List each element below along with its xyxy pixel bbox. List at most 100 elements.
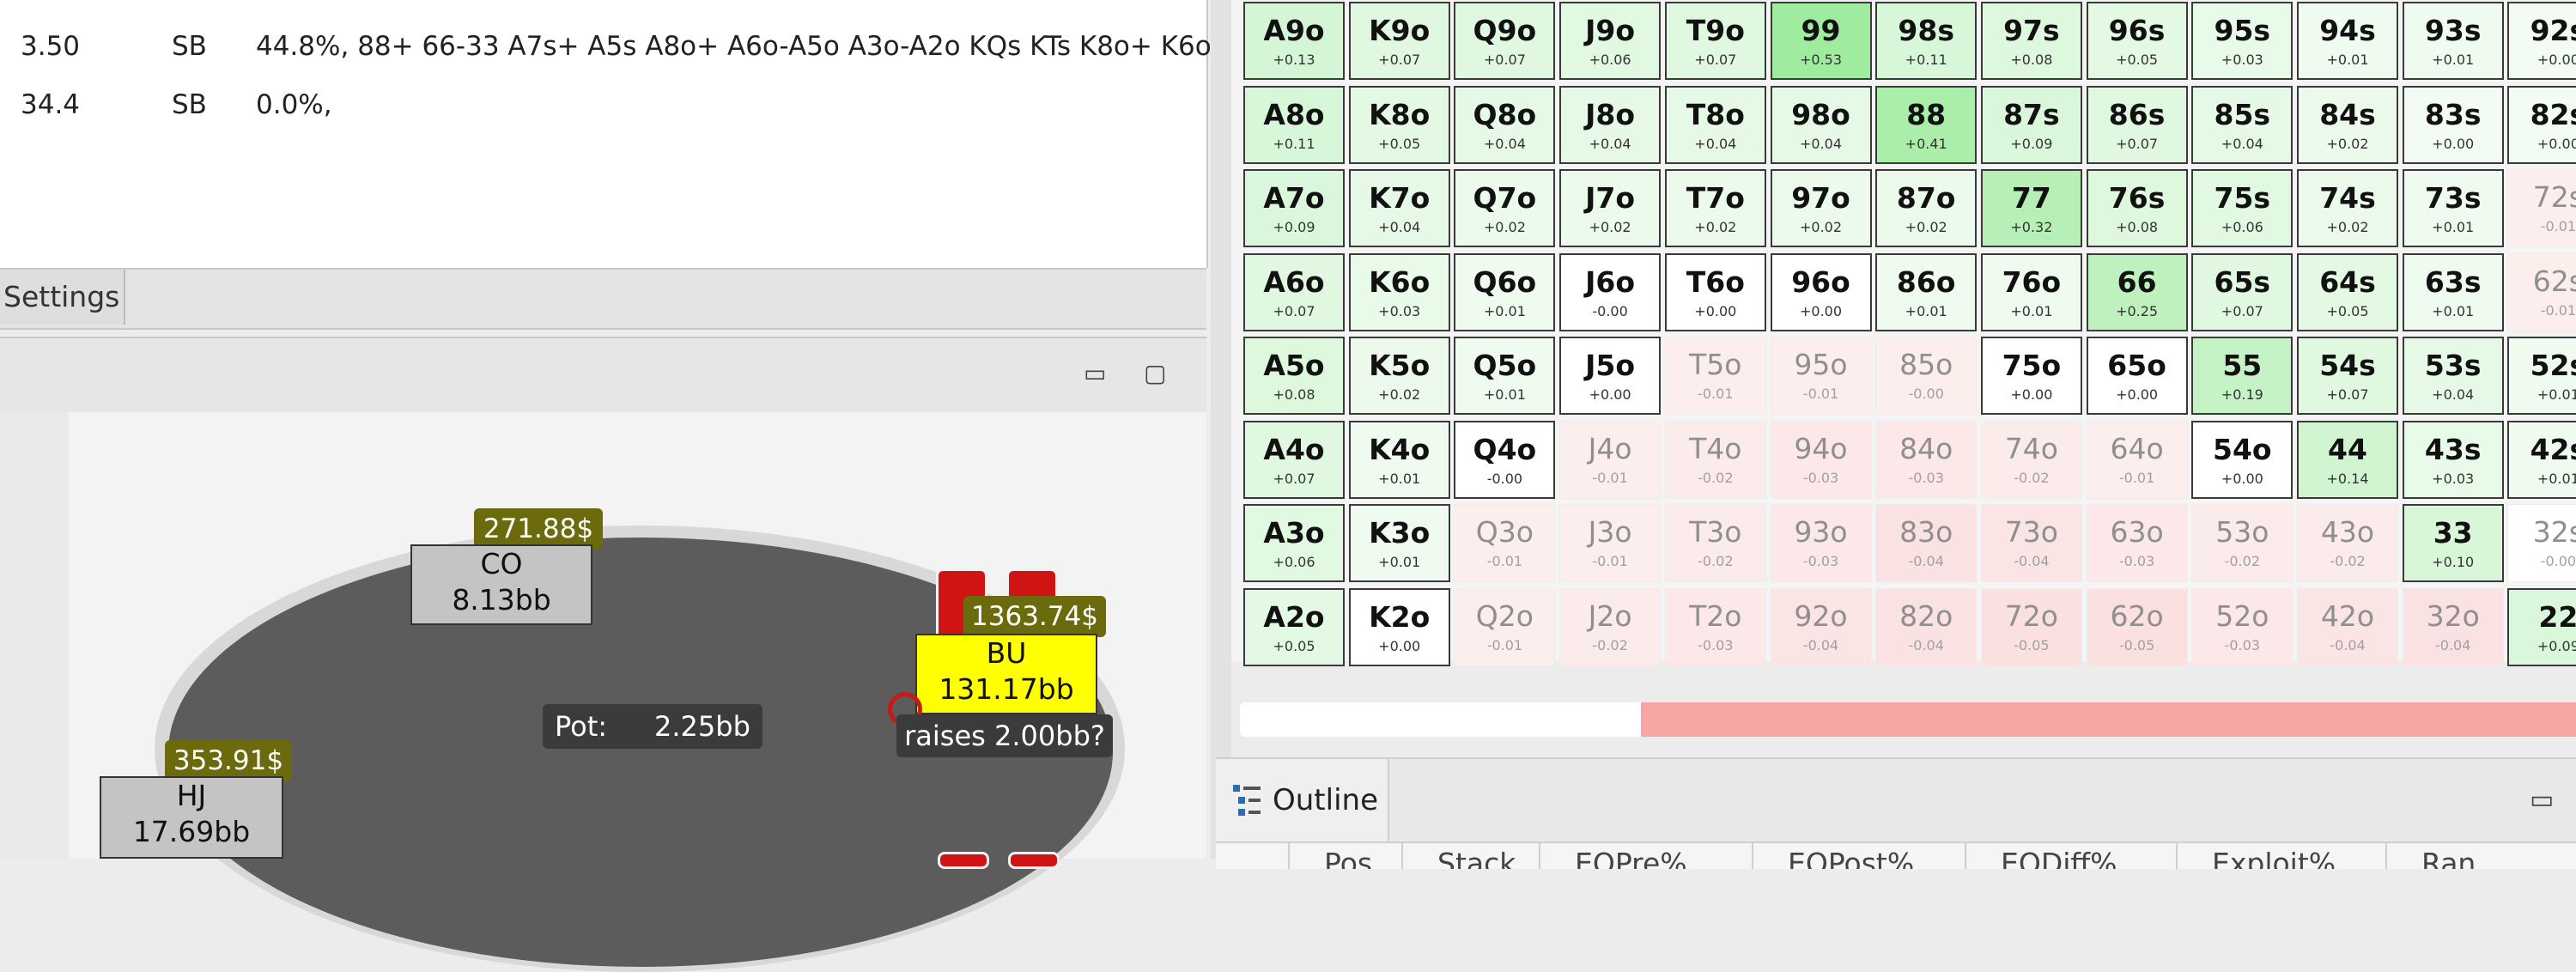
hand-cell[interactable]: 42o -0.04	[2297, 587, 2398, 666]
hand-cell[interactable]: 87o +0.02	[1875, 169, 1978, 247]
hand-cell[interactable]: 55 +0.19	[2191, 337, 2293, 415]
hand-cell[interactable]: 62o -0.05	[2086, 587, 2188, 666]
hand-cell[interactable]: A6o +0.07	[1243, 252, 1345, 331]
hand-cell[interactable]: 74o -0.02	[1980, 420, 2082, 499]
hand-cell[interactable]: 93s +0.01	[2402, 2, 2504, 80]
hand-cell[interactable]: 32s -0.00	[2507, 504, 2576, 582]
hand-cell[interactable]: K5o +0.02	[1348, 337, 1450, 415]
hand-cell[interactable]: 65s +0.07	[2191, 252, 2293, 331]
hand-cell[interactable]: 88 +0.41	[1875, 85, 1978, 164]
hand-cell[interactable]: Q7o +0.02	[1454, 169, 1556, 247]
hand-cell[interactable]: 43o -0.02	[2297, 504, 2398, 582]
hand-cell[interactable]: T9o +0.07	[1664, 2, 1766, 80]
hand-cell[interactable]: 98o +0.04	[1770, 85, 1872, 164]
minimize-icon[interactable]: ▭	[2530, 785, 2554, 815]
hand-cell[interactable]: A5o +0.08	[1243, 337, 1345, 415]
hand-cell[interactable]: 94s +0.01	[2297, 2, 2398, 80]
hand-cell[interactable]: 92s +0.00	[2507, 2, 2576, 80]
hand-cell[interactable]: J7o +0.02	[1559, 169, 1662, 247]
hand-cell[interactable]: 74s +0.02	[2297, 169, 2398, 247]
hand-cell[interactable]: 95s +0.03	[2191, 2, 2293, 80]
hand-cell[interactable]: 95o -0.01	[1770, 337, 1872, 415]
hand-cell[interactable]: 63s +0.01	[2402, 252, 2504, 331]
hand-cell[interactable]: 52s +0.01	[2507, 337, 2576, 415]
hand-cell[interactable]: 32o -0.04	[2402, 587, 2504, 666]
hand-cell[interactable]: 96o +0.00	[1770, 252, 1872, 331]
hand-cell[interactable]: K4o +0.01	[1348, 420, 1450, 499]
hand-cell[interactable]: 83o -0.04	[1875, 504, 1978, 582]
hand-cell[interactable]: 33 +0.10	[2402, 504, 2504, 582]
hand-cell[interactable]: 85o -0.00	[1875, 337, 1978, 415]
hand-cell[interactable]: 93o -0.03	[1770, 504, 1872, 582]
hand-cell[interactable]: 82o -0.04	[1875, 587, 1978, 666]
outline-column-header[interactable]: Ran	[2385, 843, 2576, 869]
hand-cell[interactable]: K7o +0.04	[1348, 169, 1450, 247]
hand-cell[interactable]: J4o -0.01	[1559, 420, 1662, 499]
hand-cell[interactable]: K2o +0.00	[1348, 587, 1450, 666]
outline-column-header[interactable]: EQPost%	[1752, 843, 1965, 869]
hand-cell[interactable]: J6o -0.00	[1559, 252, 1662, 331]
hand-cell[interactable]: T3o -0.02	[1664, 504, 1766, 582]
hand-cell[interactable]: 43s +0.03	[2402, 420, 2504, 499]
hand-cell[interactable]: T2o -0.03	[1664, 587, 1766, 666]
hand-cell[interactable]: T4o -0.02	[1664, 420, 1766, 499]
hand-cell[interactable]: A3o +0.06	[1243, 504, 1345, 582]
seat-bu[interactable]: BU 131.17bb	[915, 634, 1097, 714]
hand-cell[interactable]: 53o -0.02	[2191, 504, 2293, 582]
hand-cell[interactable]: Q6o +0.01	[1454, 252, 1556, 331]
hand-cell[interactable]: 75o +0.00	[1980, 337, 2082, 415]
hand-cell[interactable]: 86o +0.01	[1875, 252, 1978, 331]
hand-cell[interactable]: 96s +0.05	[2086, 2, 2188, 80]
hand-cell[interactable]: 22 +0.09	[2507, 587, 2576, 666]
hand-cell[interactable]: Q8o +0.04	[1454, 85, 1556, 164]
hand-cell[interactable]: K9o +0.07	[1348, 2, 1450, 80]
hand-cell[interactable]: 65o +0.00	[2086, 337, 2188, 415]
hand-cell[interactable]: 44 +0.14	[2297, 420, 2398, 499]
hand-cell[interactable]: Q9o +0.07	[1454, 2, 1556, 80]
hand-cell[interactable]: 97o +0.02	[1770, 169, 1872, 247]
minimize-icon[interactable]: ▭	[1084, 359, 1106, 387]
hand-cell[interactable]: J5o +0.00	[1559, 337, 1662, 415]
seat-hj[interactable]: HJ 17.69bb	[100, 776, 283, 859]
hand-cell[interactable]: A2o +0.05	[1243, 587, 1345, 666]
settings-tab[interactable]: Settings	[0, 270, 125, 325]
seat-co[interactable]: CO 8.13bb	[410, 544, 592, 625]
hand-cell[interactable]: J3o -0.01	[1559, 504, 1662, 582]
hand-cell[interactable]: 87s +0.09	[1980, 85, 2082, 164]
hand-cell[interactable]: J8o +0.04	[1559, 85, 1662, 164]
hand-cell[interactable]: 73s +0.01	[2402, 169, 2504, 247]
hand-cell[interactable]: 83s +0.00	[2402, 85, 2504, 164]
hand-cell[interactable]: T6o +0.00	[1664, 252, 1766, 331]
hand-cell[interactable]: T7o +0.02	[1664, 169, 1766, 247]
maximize-icon[interactable]: ▢	[1144, 359, 1166, 387]
hand-cell[interactable]: 76o +0.01	[1980, 252, 2082, 331]
hand-cell[interactable]: 84s +0.02	[2297, 85, 2398, 164]
hand-cell[interactable]: 94o -0.03	[1770, 420, 1872, 499]
hand-cell[interactable]: A4o +0.07	[1243, 420, 1345, 499]
outline-column-header[interactable]: EQPre%	[1539, 843, 1752, 869]
hand-cell[interactable]: K6o +0.03	[1348, 252, 1450, 331]
hand-cell[interactable]: Q2o -0.01	[1454, 587, 1556, 666]
hand-cell[interactable]: 76s +0.08	[2086, 169, 2188, 247]
hand-cell[interactable]: 73o -0.04	[1980, 504, 2082, 582]
outline-tab[interactable]: Outline	[1216, 759, 1389, 841]
hand-cell[interactable]: 75s +0.06	[2191, 169, 2293, 247]
hand-cell[interactable]: 64s +0.05	[2297, 252, 2398, 331]
hand-cell[interactable]: 85s +0.04	[2191, 85, 2293, 164]
hand-cell[interactable]: 97s +0.08	[1980, 2, 2082, 80]
outline-column-header[interactable]: Exploit%	[2176, 843, 2385, 869]
outline-column-header[interactable]: Stack	[1401, 843, 1539, 869]
hand-cell[interactable]: J9o +0.06	[1559, 2, 1662, 80]
hand-cell[interactable]: 53s +0.04	[2402, 337, 2504, 415]
hand-cell[interactable]: 54o +0.00	[2191, 420, 2293, 499]
hand-cell[interactable]: T8o +0.04	[1664, 85, 1766, 164]
hand-cell[interactable]: K8o +0.05	[1348, 85, 1450, 164]
hand-cell[interactable]: 72s -0.01	[2507, 169, 2576, 247]
hand-cell[interactable]: 63o -0.03	[2086, 504, 2188, 582]
hand-cell[interactable]: Q4o -0.00	[1454, 420, 1556, 499]
hand-cell[interactable]: 62s -0.01	[2507, 252, 2576, 331]
hand-cell[interactable]: K3o +0.01	[1348, 504, 1450, 582]
hand-cell[interactable]: 98s +0.11	[1875, 2, 1978, 80]
hand-cell[interactable]: 77 +0.32	[1980, 169, 2082, 247]
hand-cell[interactable]: A7o +0.09	[1243, 169, 1345, 247]
